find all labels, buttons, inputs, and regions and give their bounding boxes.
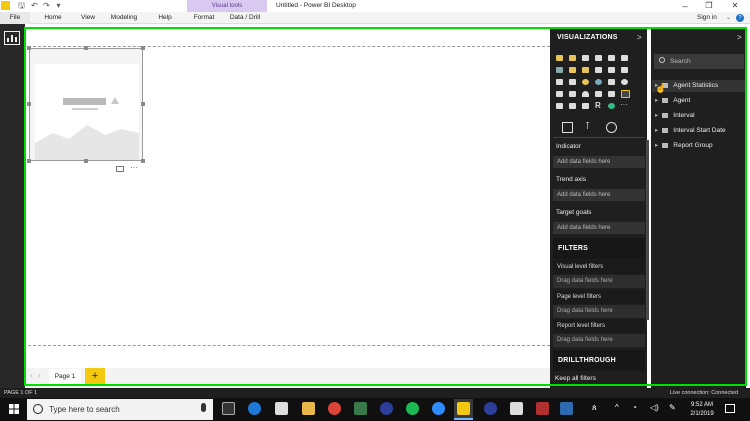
- app-icon[interactable]: [432, 402, 445, 415]
- status-bar: [0, 388, 750, 398]
- spotify-icon[interactable]: [406, 402, 419, 415]
- visual-tools-context-tab: Visual tools: [187, 0, 267, 12]
- tab-home[interactable]: Home: [40, 12, 66, 24]
- sign-in-link[interactable]: Sign in: [697, 12, 717, 24]
- app-icon[interactable]: [560, 402, 573, 415]
- redo-icon[interactable]: ↷: [42, 1, 51, 10]
- page-count: PAGE 1 OF 1: [4, 390, 38, 396]
- clock-date: 2/1/2019: [690, 411, 714, 417]
- tab-data-drill[interactable]: Data / Drill: [226, 12, 264, 24]
- minimize-button[interactable]: –: [674, 0, 696, 12]
- mail-icon[interactable]: [275, 402, 288, 415]
- report-view-icon[interactable]: [4, 31, 20, 45]
- app-icon[interactable]: [380, 402, 393, 415]
- tab-file[interactable]: File: [0, 12, 30, 24]
- taskbar-clock[interactable]: 9:52 AM 2/1/2019: [686, 399, 718, 420]
- view-switcher-bar: [0, 24, 25, 388]
- help-icon[interactable]: ?: [736, 14, 744, 22]
- app-icon[interactable]: [484, 402, 497, 415]
- taskbar-search-input[interactable]: Type here to search: [27, 399, 213, 420]
- network-icon[interactable]: ◔: [632, 403, 637, 412]
- restore-button[interactable]: ❐: [698, 0, 720, 12]
- microphone-icon[interactable]: [201, 403, 206, 412]
- close-button[interactable]: ✕: [724, 0, 746, 12]
- clock-time: 9:52 AM: [690, 402, 713, 408]
- highlight-frame: [24, 27, 747, 386]
- title-bar: [0, 0, 750, 12]
- quick-access-menu-icon[interactable]: ▾: [54, 1, 63, 10]
- undo-icon[interactable]: ↶: [30, 1, 39, 10]
- ribbon-expand-icon[interactable]: ⌄: [726, 12, 731, 24]
- task-view-icon[interactable]: [222, 402, 235, 415]
- powerbi-icon: [457, 402, 470, 415]
- action-center-icon[interactable]: [725, 404, 735, 413]
- app-icon[interactable]: [510, 402, 523, 415]
- app-icon[interactable]: [536, 402, 549, 415]
- tab-modeling[interactable]: Modeling: [107, 12, 141, 24]
- save-icon[interactable]: 🖫: [17, 1, 26, 10]
- connection-status: Live connection: Connected: [670, 390, 738, 396]
- file-explorer-icon[interactable]: [302, 402, 315, 415]
- tab-help[interactable]: Help: [153, 12, 177, 24]
- powerbi-logo-icon: [1, 1, 10, 10]
- pen-icon[interactable]: ✎: [669, 403, 676, 412]
- tab-view[interactable]: View: [77, 12, 99, 24]
- window-title: Untitled - Power BI Desktop: [276, 2, 356, 9]
- cortana-icon: [33, 404, 43, 414]
- app-icon[interactable]: [354, 402, 367, 415]
- show-hidden-icons-icon[interactable]: ^: [615, 403, 619, 412]
- people-icon[interactable]: ጰ: [592, 403, 597, 413]
- tab-format[interactable]: Format: [189, 12, 219, 24]
- volume-icon[interactable]: ◁): [650, 403, 659, 412]
- chrome-icon[interactable]: [328, 402, 341, 415]
- edge-browser-icon[interactable]: [248, 402, 261, 415]
- windows-start-icon[interactable]: [9, 404, 19, 414]
